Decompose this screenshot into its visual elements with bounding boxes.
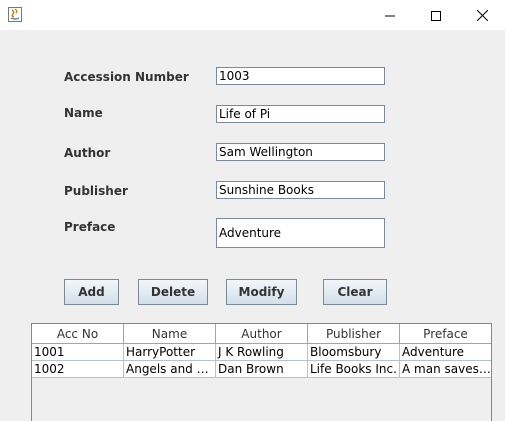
java-app-icon [8,7,22,22]
cell-publisher[interactable]: Life Books Inc. [308,361,400,377]
column-header-preface[interactable]: Preface [400,324,491,343]
table-row[interactable]: 1001 HarryPotter J K Rowling Bloomsbury … [32,344,491,361]
preface-label: Preface [64,220,116,234]
column-header-publisher[interactable]: Publisher [308,324,400,343]
cell-name[interactable]: HarryPotter [124,344,216,360]
table-row[interactable]: 1002 Angels and D... Dan Brown Life Book… [32,361,491,378]
modify-button[interactable]: Modify [226,279,297,305]
cell-name[interactable]: Angels and D... [124,361,216,377]
publisher-field[interactable] [216,181,385,199]
delete-button[interactable]: Delete [138,279,208,305]
books-table[interactable]: Acc No Name Author Publisher Preface 100… [31,323,492,421]
minimize-icon [385,6,395,25]
author-field[interactable] [216,143,385,161]
cell-acc-no[interactable]: 1002 [32,361,124,377]
cell-author[interactable]: Dan Brown [216,361,308,377]
column-header-acc-no[interactable]: Acc No [32,324,124,343]
cell-acc-no[interactable]: 1001 [32,344,124,360]
accession-number-label: Accession Number [64,70,189,84]
column-header-name[interactable]: Name [124,324,216,343]
name-label: Name [64,106,103,120]
add-button[interactable]: Add [64,279,119,305]
preface-field[interactable] [216,218,385,248]
accession-number-field[interactable] [216,67,385,85]
name-field[interactable] [216,105,385,123]
table-header: Acc No Name Author Publisher Preface [32,324,491,344]
cell-publisher[interactable]: Bloomsbury [308,344,400,360]
maximize-icon [431,6,441,25]
minimize-button[interactable] [367,0,413,30]
column-header-author[interactable]: Author [216,324,308,343]
author-label: Author [64,146,111,160]
cell-author[interactable]: J K Rowling [216,344,308,360]
close-button[interactable] [459,0,505,30]
cell-preface[interactable]: A man saves t... [400,361,491,377]
title-bar [0,0,505,30]
publisher-label: Publisher [64,184,128,198]
maximize-button[interactable] [413,0,459,30]
cell-preface[interactable]: Adventure [400,344,491,360]
close-icon [476,6,488,25]
app-window: Accession Number Name Author Publisher P… [0,0,505,421]
clear-button[interactable]: Clear [323,279,387,305]
